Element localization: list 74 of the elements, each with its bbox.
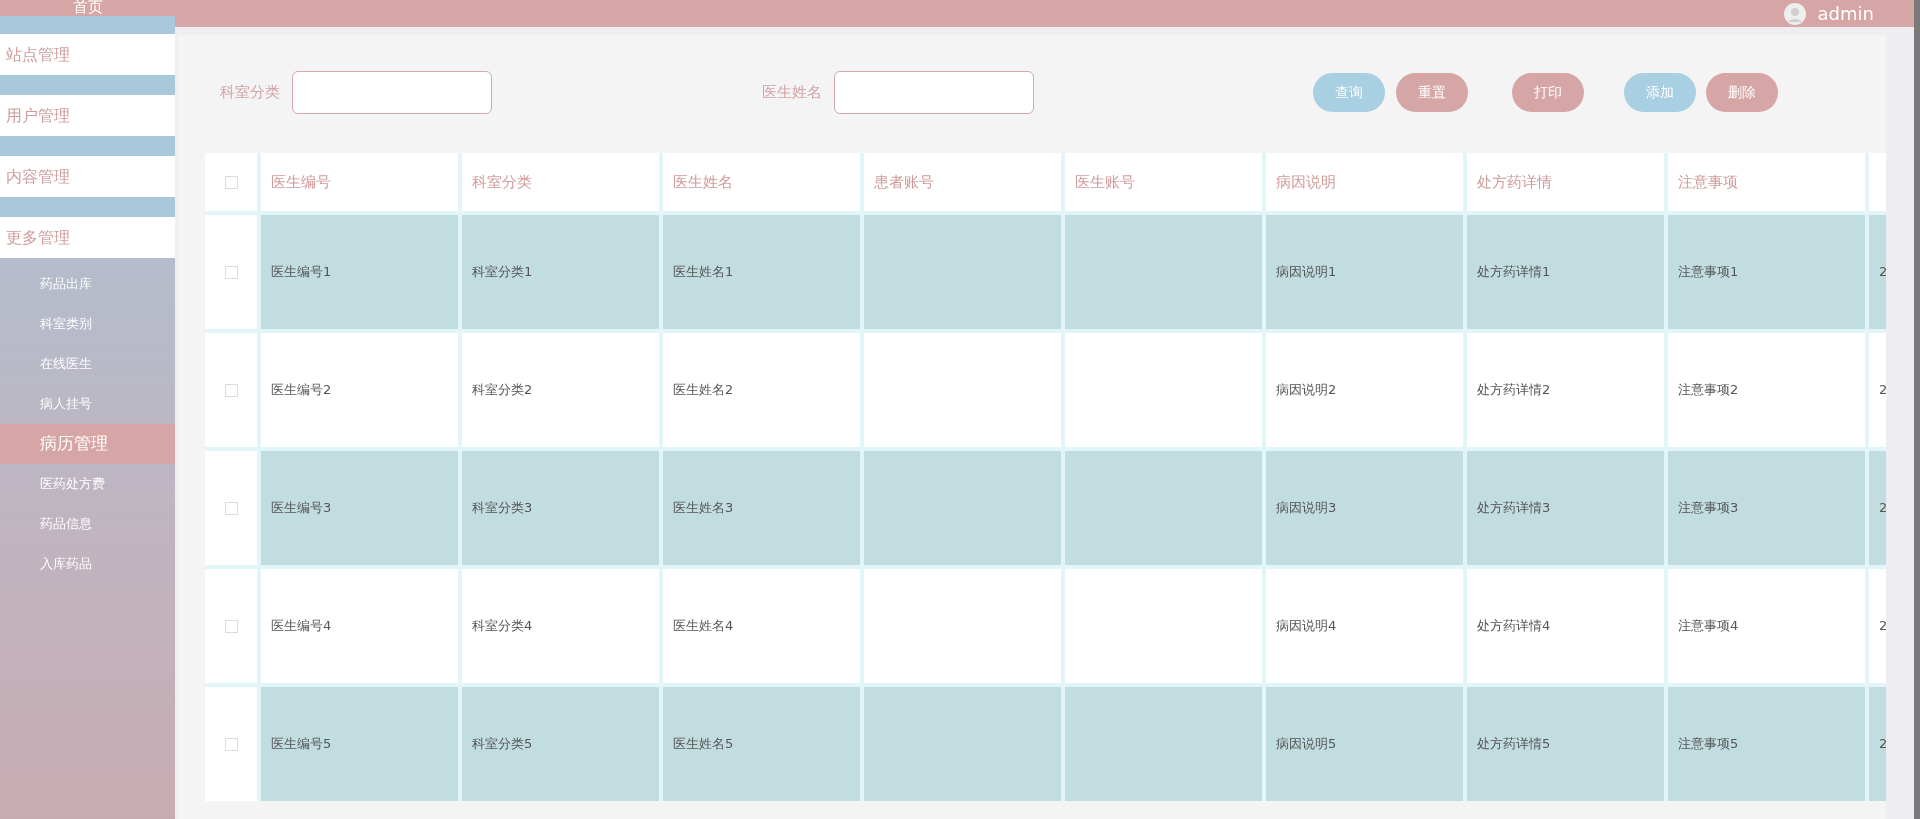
sidebar-submenu-item[interactable]: 病历管理 — [0, 424, 175, 464]
table-cell: 医生编号3 — [261, 451, 458, 565]
table-cell: 病因说明3 — [1266, 451, 1463, 565]
table-cell: 2 — [1869, 215, 1886, 329]
table-cell: 病因说明4 — [1266, 569, 1463, 683]
table-cell: 处方药详情2 — [1467, 333, 1664, 447]
table-cell: 医生编号4 — [261, 569, 458, 683]
table-cell: 2 — [1869, 687, 1886, 801]
table-cell: 处方药详情4 — [1467, 569, 1664, 683]
sidebar-submenu-item[interactable]: 病人挂号 — [0, 384, 175, 424]
checkbox[interactable] — [224, 175, 238, 189]
sidebar-submenu-item[interactable]: 在线医生 — [0, 344, 175, 384]
sidebar-menu-item[interactable]: 更多管理 — [0, 217, 175, 258]
action-button[interactable]: 删除 — [1706, 72, 1778, 112]
column-header[interactable]: 医生姓名 — [663, 153, 860, 211]
action-button[interactable]: 重置 — [1396, 72, 1468, 112]
table-cell: 科室分类5 — [462, 687, 659, 801]
column-header[interactable]: 科室分类 — [462, 153, 659, 211]
action-button[interactable]: 添加 — [1624, 72, 1696, 112]
table-cell: 医生姓名1 — [663, 215, 860, 329]
table-cell: 2 — [1869, 333, 1886, 447]
column-header[interactable]: 患者账号 — [864, 153, 1061, 211]
field-label: 医生姓名 — [762, 81, 822, 103]
sidebar-menu-item[interactable]: 内容管理 — [0, 156, 175, 197]
table-cell: 医生姓名2 — [663, 333, 860, 447]
table-cell: 科室分类1 — [462, 215, 659, 329]
table-cell: 处方药详情3 — [1467, 451, 1664, 565]
column-header[interactable]: 处方药详情 — [1467, 153, 1664, 211]
table-cell: 医生编号1 — [261, 215, 458, 329]
table-cell: 注意事项5 — [1668, 687, 1865, 801]
home-link[interactable]: 首页 — [0, 0, 175, 16]
checkbox[interactable] — [224, 265, 238, 279]
sidebar-submenu-item[interactable]: 药品出库 — [0, 264, 175, 304]
table-cell: 2 — [1869, 451, 1886, 565]
sidebar-submenu-item[interactable]: 医药处方费 — [0, 464, 175, 504]
table-cell: 医生编号2 — [261, 333, 458, 447]
table-cell: 医生姓名3 — [663, 451, 860, 565]
table-cell: 处方药详情1 — [1467, 215, 1664, 329]
sidebar-submenu-item[interactable]: 药品信息 — [0, 504, 175, 544]
column-header[interactable]: 注意事项 — [1668, 153, 1865, 211]
scrollbar[interactable] — [1914, 0, 1920, 819]
table-cell: 医生编号5 — [261, 687, 458, 801]
table-cell: 病因说明5 — [1266, 687, 1463, 801]
sidebar-submenu-item[interactable]: 科室类别 — [0, 304, 175, 344]
checkbox[interactable] — [224, 619, 238, 633]
action-button[interactable]: 查询 — [1313, 72, 1385, 112]
table-cell: 医生姓名5 — [663, 687, 860, 801]
table-cell: 科室分类2 — [462, 333, 659, 447]
column-header[interactable]: 医生账号 — [1065, 153, 1262, 211]
table-cell: 病因说明2 — [1266, 333, 1463, 447]
sidebar-menu-item[interactable]: 用户管理 — [0, 95, 175, 136]
search-field[interactable] — [292, 70, 492, 114]
column-header[interactable]: 医生编号 — [261, 153, 458, 211]
sidebar-menu-item[interactable]: 站点管理 — [0, 34, 175, 75]
table-cell: 病因说明1 — [1266, 215, 1463, 329]
table-cell: 医生姓名4 — [663, 569, 860, 683]
action-button[interactable]: 打印 — [1512, 72, 1584, 112]
table-cell: 注意事项4 — [1668, 569, 1865, 683]
table-cell: 注意事项2 — [1668, 333, 1865, 447]
search-field[interactable] — [834, 70, 1034, 114]
table-cell: 注意事项1 — [1668, 215, 1865, 329]
table-cell: 处方药详情5 — [1467, 687, 1664, 801]
table-cell: 科室分类4 — [462, 569, 659, 683]
table-cell: 2 — [1869, 569, 1886, 683]
field-label: 科室分类 — [220, 81, 280, 103]
checkbox[interactable] — [224, 383, 238, 397]
table-cell: 注意事项3 — [1668, 451, 1865, 565]
username[interactable]: admin — [1817, 4, 1874, 23]
checkbox[interactable] — [224, 501, 238, 515]
column-header[interactable]: 病因说明 — [1266, 153, 1463, 211]
table-cell: 科室分类3 — [462, 451, 659, 565]
checkbox[interactable] — [224, 737, 238, 751]
sidebar-submenu-item[interactable]: 入库药品 — [0, 544, 175, 584]
user-avatar-icon — [1783, 2, 1806, 25]
